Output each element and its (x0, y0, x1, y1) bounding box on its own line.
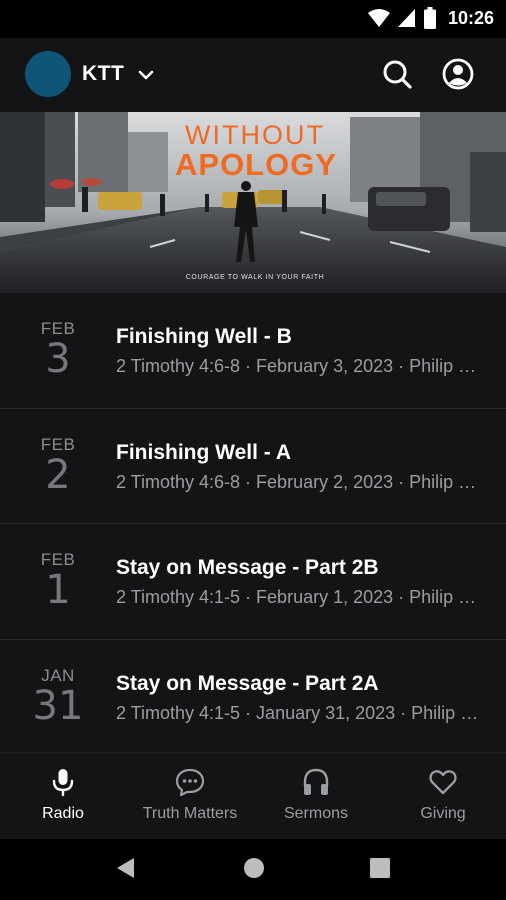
status-icons: 10:26 (367, 7, 494, 29)
cellular-signal-icon (397, 9, 415, 27)
recents-icon[interactable] (365, 853, 395, 883)
status-time: 10:26 (447, 7, 494, 28)
list-item[interactable]: FEB 2 Finishing Well - A 2 Timothy 4:6-8… (0, 408, 506, 524)
series-title: WITHOUT APOLOGY (175, 120, 338, 182)
heart-icon (429, 770, 457, 795)
station-avatar[interactable] (25, 51, 71, 97)
series-banner[interactable]: WITHOUT APOLOGY COURAGE TO WALK IN YOUR … (0, 112, 506, 293)
sermon-title: Stay on Message - Part 2B (116, 556, 379, 579)
sermon-subtitle: 2 Timothy 4:1-5 · February 1, 2023 · Phi… (116, 587, 482, 607)
status-bar: 10:26 (0, 0, 506, 38)
series-tagline: COURAGE TO WALK IN YOUR FAITH (185, 274, 325, 281)
chat-bubble-icon (175, 768, 205, 797)
sermon-subtitle: 2 Timothy 4:6-8 · February 3, 2023 · Phi… (116, 356, 482, 376)
date-day: 3 (45, 336, 71, 382)
sermon-list: FEB 3 Finishing Well - B 2 Timothy 4:6-8… (0, 293, 506, 755)
date-badge: FEB 2 (20, 435, 96, 495)
list-item[interactable]: JAN 31 Stay on Message - Part 2A 2 Timot… (0, 639, 506, 755)
app-header: KTT (0, 38, 506, 112)
date-badge: FEB 3 (20, 319, 96, 379)
date-day: 2 (45, 451, 71, 498)
search-icon[interactable] (380, 57, 414, 91)
tab-radio[interactable]: Radio (0, 753, 126, 840)
home-icon[interactable] (239, 853, 269, 883)
date-day: 31 (32, 682, 84, 729)
tab-giving[interactable]: Giving (380, 753, 506, 840)
tab-label: Radio (42, 805, 84, 822)
series-title-line1: WITHOUT (185, 120, 325, 150)
sermon-title: Finishing Well - B (116, 325, 292, 348)
sermon-title: Finishing Well - A (116, 440, 291, 464)
date-badge: FEB 1 (20, 550, 96, 610)
tab-label: Sermons (283, 805, 349, 822)
back-icon[interactable] (112, 853, 142, 883)
series-title-line2: APOLOGY (175, 147, 338, 182)
account-icon[interactable] (441, 57, 475, 91)
wifi-icon (367, 9, 390, 27)
list-item[interactable]: FEB 1 Stay on Message - Part 2B 2 Timoth… (0, 524, 506, 640)
tab-label: Giving (420, 805, 466, 822)
date-day: 1 (45, 567, 71, 613)
microphone-icon (52, 769, 74, 797)
battery-icon (423, 7, 436, 29)
tab-sermons[interactable]: Sermons (253, 753, 379, 840)
bottom-tab-bar: Radio Truth Matters Sermons Giving (0, 752, 506, 839)
tab-label: Truth Matters (142, 805, 238, 822)
sermon-subtitle: 2 Timothy 4:1-5 · January 31, 2023 · Phi… (116, 702, 482, 723)
tab-truth-matters[interactable]: Truth Matters (127, 753, 253, 840)
date-badge: JAN 31 (20, 666, 96, 726)
sermon-title: Stay on Message - Part 2A (116, 671, 379, 695)
chevron-down-icon[interactable] (136, 65, 156, 85)
list-item[interactable]: FEB 3 Finishing Well - B 2 Timothy 4:6-8… (0, 293, 506, 409)
station-title[interactable]: KTT (82, 62, 124, 86)
headphones-icon (303, 768, 329, 795)
system-nav-bar (0, 839, 506, 900)
sermon-subtitle: 2 Timothy 4:6-8 · February 2, 2023 · Phi… (116, 471, 482, 492)
